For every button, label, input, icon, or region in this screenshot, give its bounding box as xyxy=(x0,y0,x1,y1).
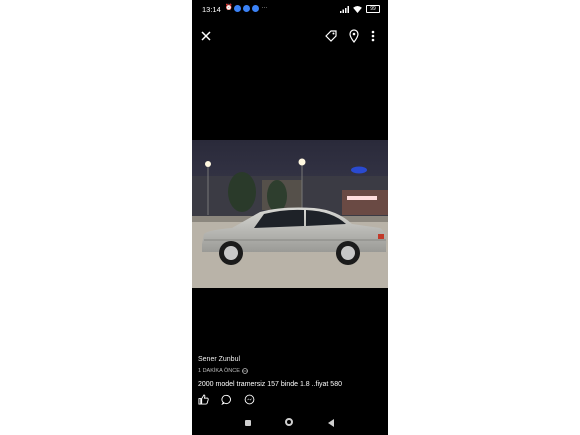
thumbs-up-icon[interactable] xyxy=(198,394,209,405)
signal-icon xyxy=(340,5,349,13)
back-button[interactable] xyxy=(328,419,334,427)
facebook-notification-icon xyxy=(252,5,260,12)
post-timestamp: 1 DAKİKA ÖNCE xyxy=(198,368,240,374)
wifi-icon xyxy=(353,5,362,13)
viewer-toolbar xyxy=(192,26,388,48)
post-author[interactable]: Sener Zunbul xyxy=(198,356,240,363)
post-photo[interactable] xyxy=(192,140,388,288)
globe-icon xyxy=(241,368,248,374)
recent-apps-button[interactable] xyxy=(245,420,251,426)
facebook-notification-icon xyxy=(243,5,251,12)
post-actions xyxy=(198,394,255,405)
tag-icon[interactable] xyxy=(324,29,338,43)
android-nav-bar xyxy=(192,412,388,435)
status-time: 13:14 xyxy=(202,5,221,14)
post-caption: 2000 model tramersiz 157 binde 1.8 ..fiy… xyxy=(198,381,342,388)
comment-icon[interactable] xyxy=(221,394,232,405)
battery-indicator: 99 xyxy=(366,5,380,13)
status-bar: 13:14 ⏰ ··· 99 xyxy=(192,0,388,20)
status-right: 99 xyxy=(340,5,380,13)
notification-icons: ⏰ ··· xyxy=(225,5,267,12)
post-meta: 1 DAKİKA ÖNCE xyxy=(198,368,248,374)
facebook-notification-icon xyxy=(234,5,242,12)
more-vertical-icon[interactable] xyxy=(370,29,376,43)
phone-screen: 13:14 ⏰ ··· 99 Sener Zunbul 1 DAKİKA ÖNC… xyxy=(192,0,388,435)
home-button[interactable] xyxy=(285,418,293,426)
alarm-icon: ⏰ xyxy=(225,5,233,11)
more-notifications-indicator: ··· xyxy=(261,5,268,11)
location-pin-icon[interactable] xyxy=(348,29,360,43)
car-photo-image xyxy=(192,140,388,288)
close-icon[interactable] xyxy=(200,30,212,42)
messenger-icon[interactable] xyxy=(244,394,255,405)
